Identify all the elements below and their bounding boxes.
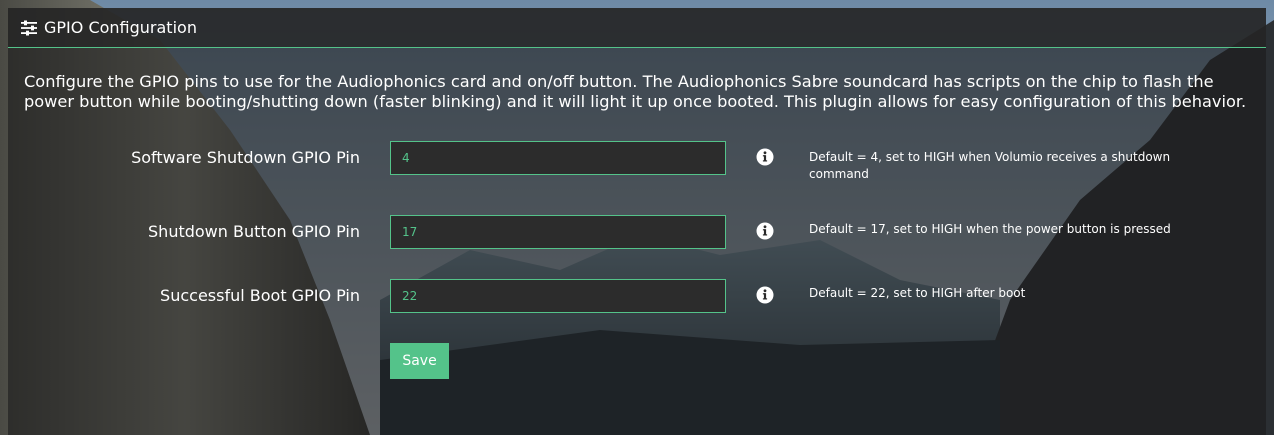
field-row-successful-boot: Successful Boot GPIO Pin Default = 22, s… [8, 279, 1266, 313]
panel-description: Configure the GPIO pins to use for the A… [24, 72, 1247, 111]
shutdown-button-label: Shutdown Button GPIO Pin [148, 222, 360, 241]
shutdown-button-help: Default = 17, set to HIGH when the power… [809, 222, 1171, 236]
shutdown-button-gpio-input[interactable] [390, 215, 726, 249]
successful-boot-gpio-input[interactable] [390, 279, 726, 313]
panel-header: GPIO Configuration [8, 8, 1266, 48]
panel-title: GPIO Configuration [44, 18, 197, 37]
successful-boot-label: Successful Boot GPIO Pin [160, 286, 360, 305]
gpio-configuration-panel: GPIO Configuration Configure the GPIO pi… [8, 8, 1266, 435]
software-shutdown-gpio-input[interactable] [390, 141, 726, 175]
info-icon[interactable] [756, 148, 774, 166]
info-icon[interactable] [756, 286, 774, 304]
field-row-software-shutdown: Software Shutdown GPIO Pin Default = 4, … [8, 141, 1266, 181]
sliders-icon [21, 20, 37, 35]
info-icon[interactable] [756, 222, 774, 240]
software-shutdown-label: Software Shutdown GPIO Pin [131, 148, 360, 167]
save-button[interactable]: Save [390, 343, 449, 379]
successful-boot-help: Default = 22, set to HIGH after boot [809, 286, 1026, 300]
software-shutdown-help: Default = 4, set to HIGH when Volumio re… [809, 150, 1171, 181]
field-row-shutdown-button: Shutdown Button GPIO Pin Default = 17, s… [8, 215, 1266, 249]
